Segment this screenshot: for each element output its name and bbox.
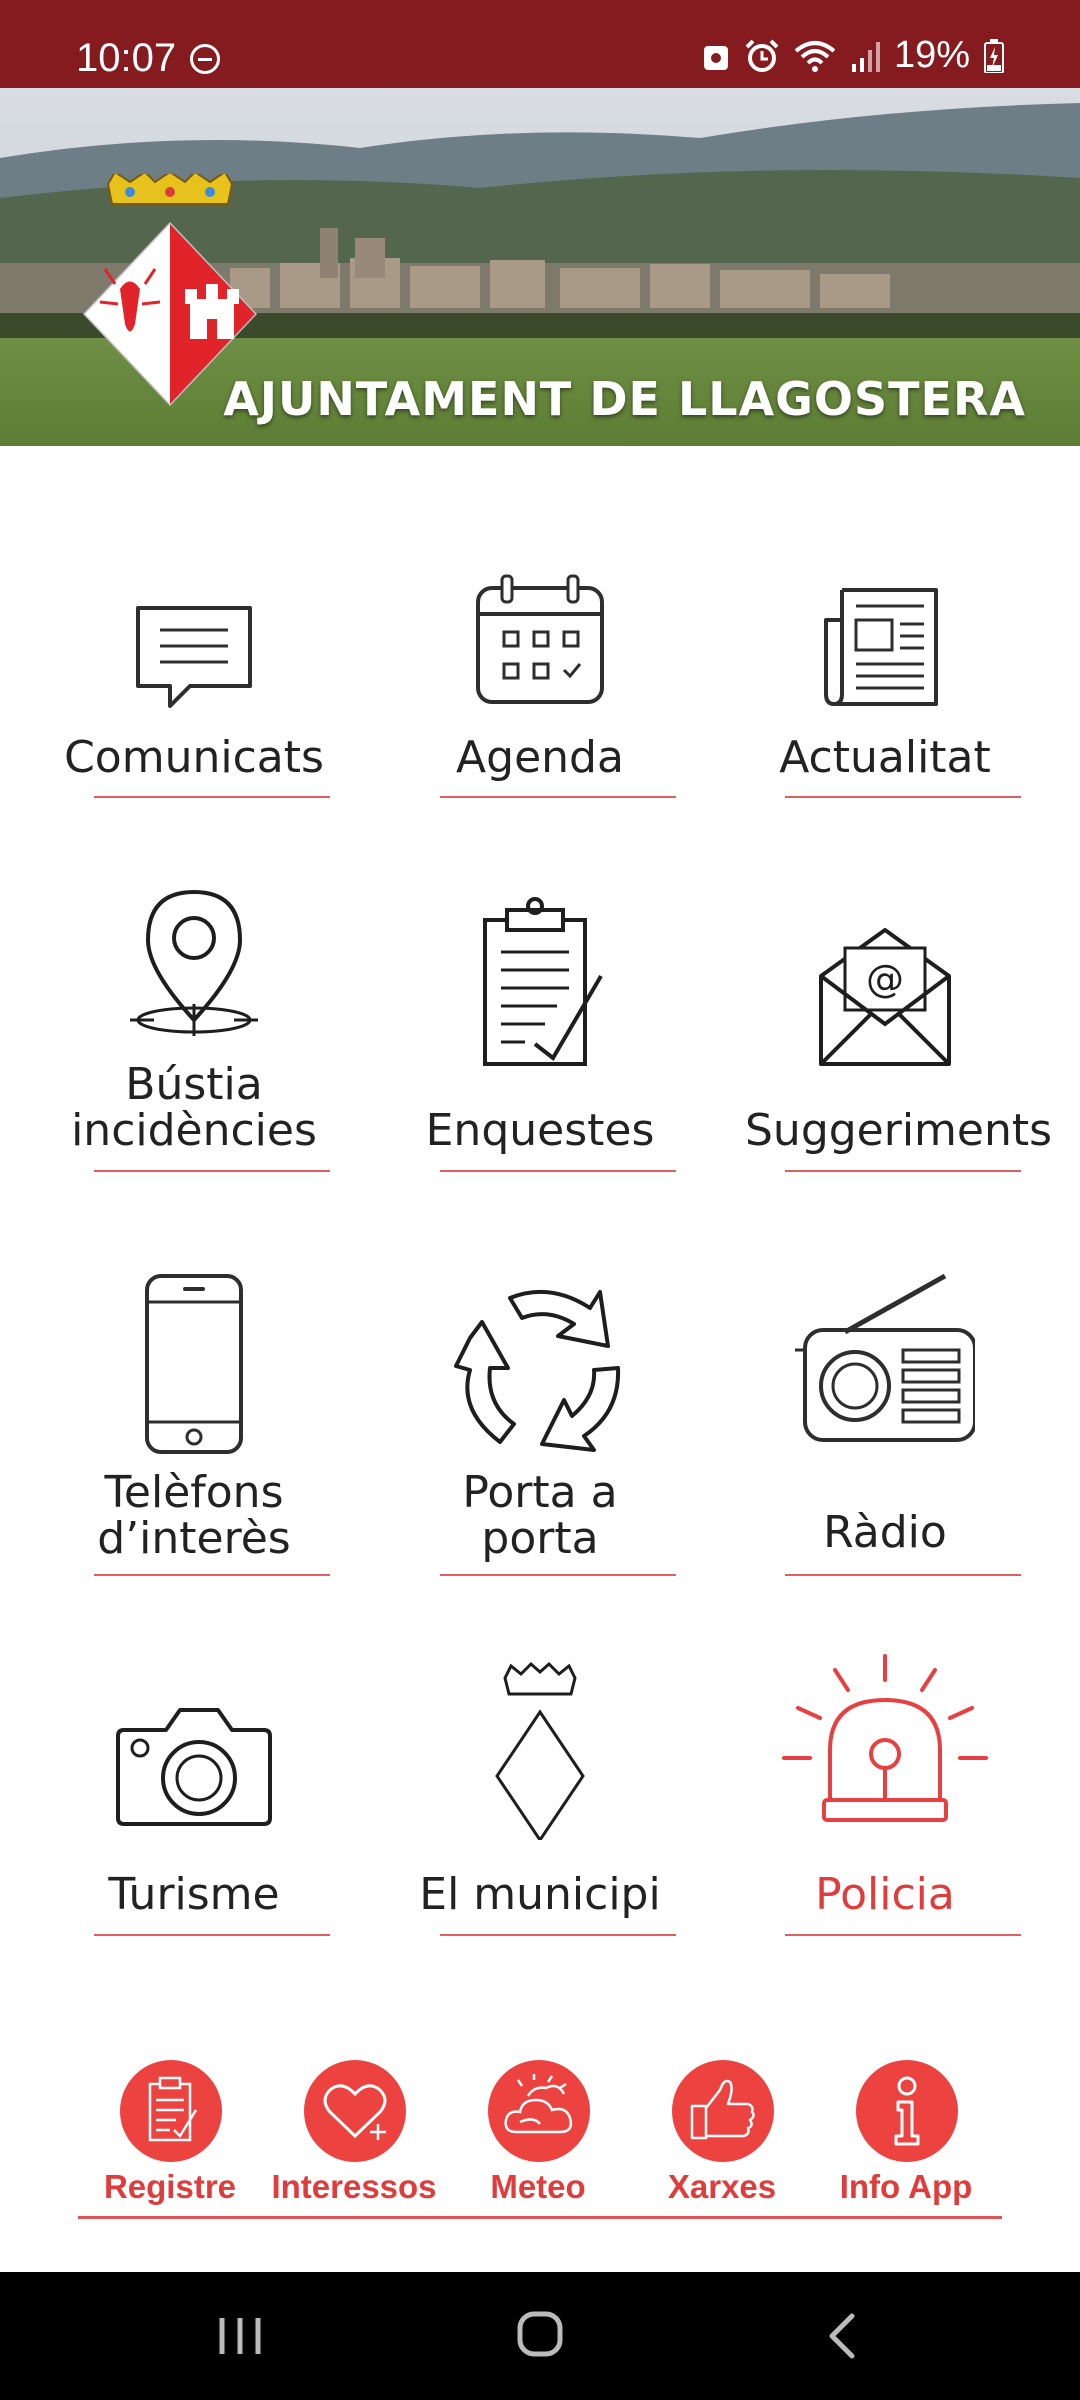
menu-label-line: Porta a — [462, 1467, 618, 1518]
divider — [440, 1934, 676, 1936]
status-bar: 10:07 19% — [0, 0, 1080, 88]
recent-apps-button[interactable] — [170, 2272, 310, 2400]
divider — [94, 796, 330, 798]
menu-item-telefons-interes[interactable]: Telèfons d’interès — [54, 1270, 334, 1580]
info-icon — [894, 2076, 920, 2146]
vpn-lock-icon — [703, 45, 728, 70]
menu-label: Bústia incidències — [54, 1062, 334, 1154]
radio-icon — [795, 1273, 975, 1442]
bottom-label: Xarxes — [667, 2168, 777, 2205]
menu-label: Suggeriments — [745, 1105, 1053, 1156]
divider — [785, 1934, 1021, 1936]
menu-label: Policia — [815, 1869, 955, 1920]
divider — [440, 1574, 676, 1576]
menu-label: El municipi — [419, 1869, 661, 1920]
menu-label-line: d’interès — [97, 1513, 291, 1564]
menu-item-enquestes[interactable]: Enquestes — [400, 880, 680, 1172]
menu-item-el-municipi[interactable]: El municipi — [400, 1650, 680, 1940]
menu-label: Comunicats — [64, 732, 324, 783]
menu-item-suggeriments[interactable]: @ Suggeriments — [745, 880, 1053, 1172]
bottom-label: Info App — [839, 2168, 973, 2205]
menu-item-policia[interactable]: Policia — [745, 1650, 1025, 1940]
menu-label: Actualitat — [779, 732, 991, 783]
divider — [440, 796, 676, 798]
menu-item-agenda[interactable]: Agenda — [400, 560, 680, 800]
menu-label-line: Bústia — [125, 1059, 263, 1110]
menu-label: Telèfons d’interès — [54, 1470, 334, 1562]
bottom-circle — [304, 2060, 406, 2162]
alarm-icon — [745, 39, 779, 72]
signal-icon — [851, 41, 880, 72]
menu-label: Turisme — [108, 1869, 280, 1920]
menu-item-turisme[interactable]: Turisme — [54, 1650, 334, 1940]
svg-text:@: @ — [866, 957, 904, 1001]
municipal-crest-icon — [495, 1661, 585, 1840]
police-siren-icon — [782, 1654, 988, 1822]
divider — [94, 1574, 330, 1576]
menu-item-radio[interactable]: Ràdio — [745, 1270, 1025, 1580]
email-envelope-icon: @ — [819, 928, 951, 1066]
recent-apps-icon — [219, 2318, 261, 2354]
bottom-circle — [856, 2060, 958, 2162]
menu-item-actualitat[interactable]: Actualitat — [745, 560, 1025, 800]
menu-item-porta-a-porta[interactable]: Porta a porta — [400, 1270, 680, 1580]
municipality-title: AJUNTAMENT DE LLAGOSTERA — [223, 372, 1026, 426]
status-time: 10:07 — [76, 36, 177, 80]
back-icon — [829, 2313, 855, 2359]
status-icons: 19% — [702, 34, 1004, 77]
menu-label-line: Telèfons — [104, 1467, 284, 1518]
newspaper-icon — [824, 588, 938, 706]
home-icon — [517, 2311, 563, 2357]
divider — [785, 796, 1021, 798]
home-button[interactable] — [470, 2272, 610, 2400]
register-clipboard-icon — [148, 2076, 198, 2142]
thumbs-up-icon — [690, 2079, 755, 2140]
heart-plus-icon — [323, 2084, 387, 2140]
divider — [94, 1170, 330, 1172]
divider — [94, 1934, 330, 1936]
camera-icon — [116, 1708, 272, 1826]
weather-sun-cloud-icon — [504, 2074, 573, 2134]
bottom-divider — [78, 2216, 1002, 2219]
menu-label-line: incidències — [71, 1105, 317, 1156]
menu-label: Porta a porta — [400, 1470, 680, 1562]
divider — [440, 1170, 676, 1172]
system-navigation-bar — [0, 2272, 1080, 2400]
phone-icon — [145, 1274, 243, 1454]
bottom-label: Interessos — [271, 2168, 437, 2205]
wifi-icon — [794, 40, 836, 72]
divider — [785, 1170, 1021, 1172]
chat-message-icon — [136, 606, 252, 708]
battery-percent: 19% — [893, 34, 970, 76]
bottom-label: Registre — [103, 2168, 237, 2205]
header-banner: AJUNTAMENT DE LLAGOSTERA — [0, 88, 1080, 446]
do-not-disturb-icon — [190, 44, 220, 74]
menu-label: Ràdio — [823, 1507, 947, 1558]
recycle-icon — [454, 1289, 621, 1452]
bottom-label: Meteo — [490, 2168, 586, 2205]
menu-item-comunicats[interactable]: Comunicats — [54, 560, 334, 800]
battery-charging-icon — [984, 38, 1004, 73]
map-pin-icon — [130, 889, 258, 1036]
calendar-icon — [476, 574, 604, 704]
bottom-circle — [488, 2060, 590, 2162]
back-button[interactable] — [772, 2272, 912, 2400]
clipboard-check-icon — [483, 897, 603, 1066]
menu-item-bustia-incidencies[interactable]: Bústia incidències — [54, 880, 334, 1172]
bottom-circle — [672, 2060, 774, 2162]
divider — [785, 1574, 1021, 1576]
menu-label: Enquestes — [425, 1105, 655, 1156]
bottom-circle — [120, 2060, 222, 2162]
menu-label-line: porta — [481, 1513, 599, 1564]
menu-label: Agenda — [456, 732, 624, 783]
